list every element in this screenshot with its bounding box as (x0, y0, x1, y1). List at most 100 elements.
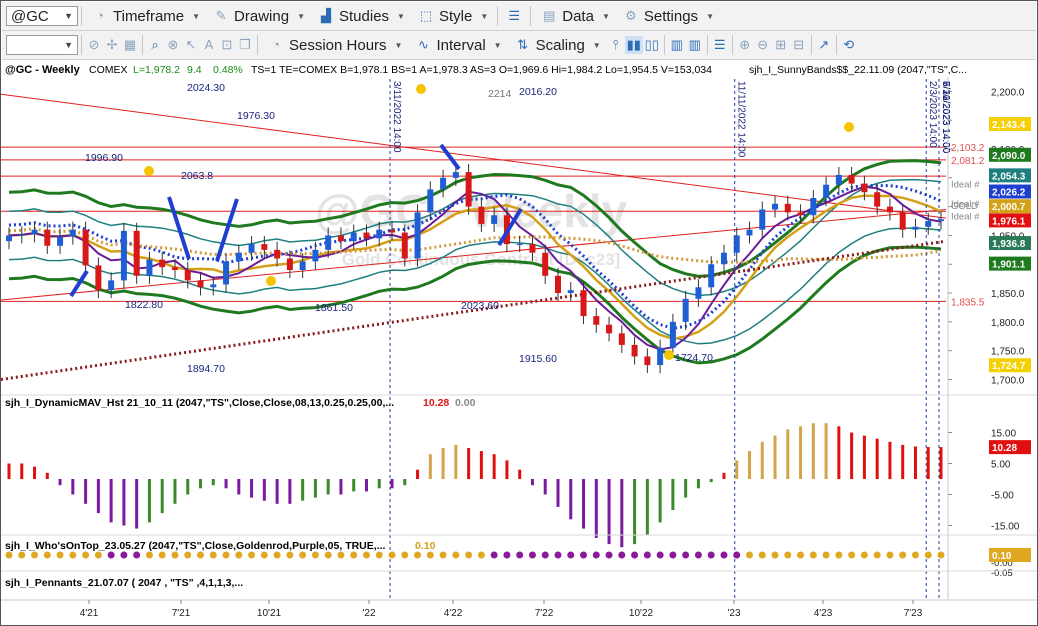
candle-body (618, 333, 625, 345)
timeframe-label: Timeframe (113, 7, 185, 25)
session-hours-menu[interactable]: ◔ Session Hours ▼ (261, 33, 408, 57)
candle-body (210, 284, 217, 288)
separator (530, 6, 532, 26)
chart-area[interactable]: @GC - WeeklyGold Continuous Contract [De… (1, 59, 1037, 625)
layout-icon[interactable]: ☰ (711, 36, 729, 54)
zoom-icon[interactable]: ⊡ (218, 36, 236, 54)
histogram-bar (607, 479, 611, 545)
swing-price-label: 2024.30 (187, 82, 225, 94)
histogram-bar (786, 429, 790, 479)
histogram-bar (926, 447, 930, 479)
link-icon[interactable]: ⊘ (85, 36, 103, 54)
whos-on-top-dot (835, 551, 843, 559)
candle-body (899, 212, 906, 230)
candle-body (746, 229, 753, 236)
session-hours-label: Session Hours (289, 36, 387, 54)
candlestick-icon[interactable]: ▮▮ (624, 36, 643, 54)
bars-wide-icon[interactable]: ▥ (686, 36, 704, 54)
histogram-bar (709, 479, 713, 483)
swing-price-label: 1996.90 (85, 152, 123, 164)
x-tick-label: 7'23 (904, 608, 923, 619)
candle-body (286, 258, 293, 271)
candle-body (491, 215, 498, 224)
whos-on-top-dot (414, 551, 422, 559)
candle-body (797, 212, 804, 216)
interval-combo[interactable]: ▼ (6, 35, 78, 55)
text-icon[interactable]: A (200, 36, 218, 54)
swing-marker-dot (664, 350, 674, 360)
chevron-down-icon: ▼ (64, 40, 73, 50)
data-menu[interactable]: ▤ Data ▼ (534, 4, 616, 28)
histogram-bar (505, 460, 509, 479)
histogram-study-label: sjh_I_DynamicMAV_Hst 21_10_11 (2047,"TS"… (5, 397, 394, 409)
candle-body (593, 316, 600, 325)
whos-on-top-value: 0.10 (415, 540, 436, 552)
histogram-value-2: 0.00 (455, 397, 476, 409)
separator (142, 35, 143, 55)
zigzag-segment (215, 198, 239, 262)
whos-on-top-dot (120, 551, 128, 559)
candle-body (95, 265, 102, 291)
candle-body (657, 347, 664, 366)
whos-on-top-dot (631, 551, 639, 559)
histogram-bar (454, 444, 458, 479)
settings-menu[interactable]: ⚙ Settings ▼ (616, 4, 720, 28)
whos-on-top-dot (784, 551, 792, 559)
main-toolbar: @GC ▼ ◔ Timeframe ▼ ✎ Drawing ▼ ▟ Studie… (2, 2, 1036, 31)
bar-chart-icon[interactable]: ⫯ (607, 36, 625, 54)
clock-icon: ◔ (272, 37, 280, 52)
chevron-down-icon: ▼ (706, 11, 714, 21)
studies-label: Studies (339, 7, 390, 25)
style-menu[interactable]: ⬚ Style ▼ (411, 4, 494, 28)
histogram-bar (237, 479, 241, 495)
chart-toolbar: ▼ ⊘ ✢ ▦ ⌕ ⊗ ↖ A ⊡ ❐ ◔ Session Hours ▼ ∿ … (2, 31, 1036, 60)
cursor-icon[interactable]: ↖ (182, 36, 200, 54)
whos-on-top-dot (82, 551, 90, 559)
whos-on-top-dot (809, 551, 817, 559)
layout-icon[interactable]: ☰ (505, 7, 523, 25)
shift-icon[interactable]: ⊟ (790, 36, 808, 54)
zoom-in-icon[interactable]: ⊕ (736, 36, 754, 54)
bars-dense-icon[interactable]: ▥ (668, 36, 686, 54)
whos-on-top-dot (260, 551, 268, 559)
whos-on-top-dot (490, 551, 498, 559)
zoom-out-icon[interactable]: ⊖ (754, 36, 772, 54)
separator (663, 35, 665, 55)
hollow-candle-icon[interactable]: ▯▯ (643, 36, 661, 54)
candle-body (108, 280, 115, 291)
candle-body (427, 189, 434, 213)
symbol-combo[interactable]: @GC ▼ (6, 6, 78, 26)
histogram-bar (901, 444, 905, 479)
pencil-icon: ✎ (215, 8, 227, 23)
hist-y-tick-label: 15.00 (991, 429, 1016, 440)
interval-menu[interactable]: ∿ Interval ▼ (408, 33, 507, 57)
trend-icon[interactable]: ↗ (815, 36, 833, 54)
crosshair-icon[interactable]: ✢ (103, 36, 121, 54)
candle-body (554, 275, 561, 294)
histogram-bar (862, 435, 866, 479)
drawing-menu[interactable]: ✎ Drawing ▼ (206, 4, 311, 28)
zoom-rect-icon[interactable]: ⌕ (146, 36, 164, 54)
histogram-bar (364, 479, 368, 492)
fit-icon[interactable]: ⊞ (772, 36, 790, 54)
scaling-menu[interactable]: ⇅ Scaling ▼ (508, 33, 607, 57)
chevron-down-icon: ▼ (192, 11, 201, 21)
analysis-icon[interactable]: ⟲ (840, 36, 858, 54)
x-tick-label: 4'22 (444, 608, 463, 619)
studies-menu[interactable]: ▟ Studies ▼ (311, 4, 411, 28)
x-tick-label: '22 (362, 608, 375, 619)
candle-body (759, 209, 766, 230)
candle-body (159, 259, 166, 268)
net-change: 9.4 (187, 64, 202, 76)
whos-on-top-dot (656, 551, 664, 559)
ruler-icon[interactable]: ⊗ (164, 36, 182, 54)
timeframe-menu[interactable]: ◔ Timeframe ▼ (85, 4, 206, 28)
whos-on-top-dot (541, 551, 549, 559)
separator (81, 35, 82, 55)
candle-body (31, 229, 38, 235)
object-icon[interactable]: ❐ (236, 36, 254, 54)
grid-icon[interactable]: ▦ (121, 36, 139, 54)
whos-on-top-dot (924, 551, 932, 559)
scaling-icon: ⇅ (517, 37, 529, 52)
who-y-tick-label: -0.05 (991, 568, 1013, 579)
